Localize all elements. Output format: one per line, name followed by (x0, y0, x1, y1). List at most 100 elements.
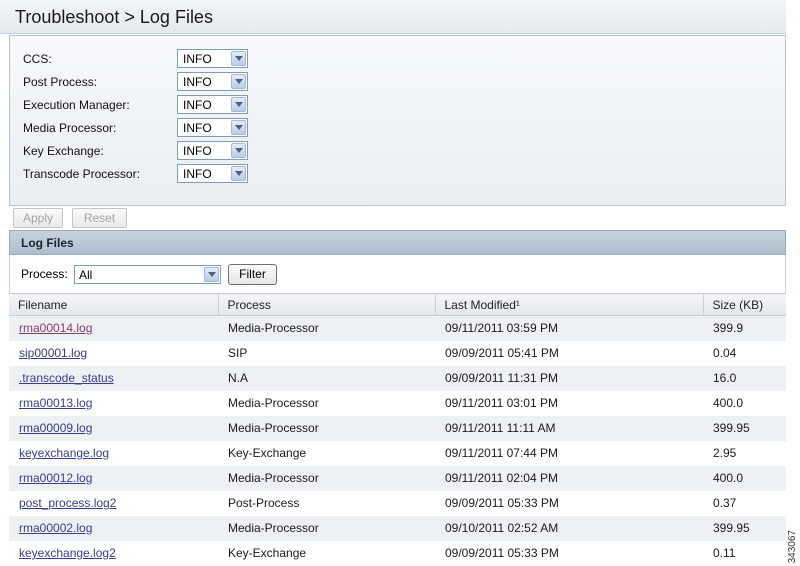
process-filter-bar: Process: All Filter (9, 255, 786, 293)
setting-label-ccs: CCS: (23, 52, 52, 66)
filename-cell: keyexchange.log2 (9, 540, 218, 566)
table-row: post_process.log2 Post-Process 09/09/201… (9, 490, 786, 516)
filename-link[interactable]: rma00013.log (19, 396, 92, 410)
log-files-heading: Log Files (21, 236, 74, 250)
key-exchange-level-value: INFO (183, 144, 212, 158)
filename-link[interactable]: rma00012.log (19, 471, 92, 485)
process-cell: Media-Processor (218, 390, 435, 416)
size-cell: 399.95 (703, 415, 786, 441)
key-exchange-level-select[interactable]: INFO (177, 141, 248, 160)
filename-cell: rma00013.log (9, 390, 218, 416)
size-cell: 0.11 (703, 540, 786, 566)
last-modified-cell: 09/10/2011 02:52 AM (435, 515, 703, 541)
log-files-table: Filename Process Last Modified¹ Size (KB… (9, 293, 786, 566)
table-row: rma00013.log Media-Processor 09/11/2011 … (9, 390, 786, 416)
setting-label-transcode-processor: Transcode Processor: (23, 167, 140, 181)
size-cell: 399.95 (703, 515, 786, 541)
chevron-down-icon[interactable] (204, 267, 219, 282)
last-modified-cell: 09/09/2011 05:33 PM (435, 490, 703, 516)
size-cell: 0.04 (703, 340, 786, 366)
process-cell: Media-Processor (218, 465, 435, 491)
setting-label-post-process: Post Process: (23, 75, 98, 89)
filename-cell: rma00009.log (9, 415, 218, 441)
process-cell: N.A (218, 365, 435, 391)
log-level-settings-panel: CCS: INFO Post Process: INFO Execution M… (9, 35, 786, 206)
size-cell: 0.37 (703, 490, 786, 516)
chevron-down-icon[interactable] (231, 97, 246, 112)
figure-id-label: 343067 (787, 529, 798, 563)
setting-row-transcode-processor: Transcode Processor: INFO (10, 164, 310, 184)
reset-button[interactable]: Reset (72, 208, 127, 228)
filename-link[interactable]: .transcode_status (19, 371, 114, 385)
size-cell: 400.0 (703, 390, 786, 416)
size-cell: 400.0 (703, 465, 786, 491)
process-filter-select[interactable]: All (74, 265, 221, 284)
column-header-last-modified[interactable]: Last Modified¹ (435, 293, 704, 316)
ccs-level-select[interactable]: INFO (177, 49, 248, 68)
last-modified-cell: 09/09/2011 05:33 PM (435, 540, 703, 566)
column-header-filename[interactable]: Filename (9, 293, 219, 316)
chevron-down-icon[interactable] (231, 120, 246, 135)
process-filter-label: Process: (21, 267, 68, 281)
setting-row-key-exchange: Key Exchange: INFO (10, 141, 310, 161)
chevron-down-icon[interactable] (231, 143, 246, 158)
transcode-processor-level-select[interactable]: INFO (177, 164, 248, 183)
table-row: rma00002.log Media-Processor 09/10/2011 … (9, 515, 786, 541)
execution-manager-level-select[interactable]: INFO (177, 95, 248, 114)
last-modified-cell: 09/11/2011 11:11 AM (435, 415, 703, 441)
filename-cell: sip00001.log (9, 340, 218, 366)
process-cell: SIP (218, 340, 435, 366)
table-header-row: Filename Process Last Modified¹ Size (KB… (9, 293, 786, 316)
filename-cell: rma00014.log (9, 315, 218, 341)
size-cell: 399.9 (703, 315, 786, 341)
setting-label-key-exchange: Key Exchange: (23, 144, 104, 158)
log-files-table-container: Filename Process Last Modified¹ Size (KB… (9, 293, 786, 566)
transcode-processor-level-value: INFO (183, 167, 212, 181)
table-row: rma00012.log Media-Processor 09/11/2011 … (9, 465, 786, 491)
post-process-level-value: INFO (183, 75, 212, 89)
filename-link[interactable]: sip00001.log (19, 346, 87, 360)
last-modified-cell: 09/09/2011 05:41 PM (435, 340, 703, 366)
last-modified-cell: 09/11/2011 07:44 PM (435, 440, 703, 466)
log-files-section-header: Log Files (9, 230, 786, 255)
setting-row-media-processor: Media Processor: INFO (10, 118, 310, 138)
column-header-size[interactable]: Size (KB) (703, 293, 786, 316)
size-cell: 16.0 (703, 365, 786, 391)
filename-link[interactable]: rma00002.log (19, 521, 92, 535)
chevron-down-icon[interactable] (231, 74, 246, 89)
filename-link[interactable]: rma00009.log (19, 421, 92, 435)
filename-cell: rma00002.log (9, 515, 218, 541)
table-row: keyexchange.log2 Key-Exchange 09/09/2011… (9, 540, 786, 566)
process-filter-value: All (79, 268, 93, 282)
filter-button[interactable]: Filter (228, 264, 277, 285)
setting-row-execution-manager: Execution Manager: INFO (10, 95, 310, 115)
table-row: rma00014.log Media-Processor 09/11/2011 … (9, 315, 786, 341)
last-modified-cell: 09/11/2011 02:04 PM (435, 465, 703, 491)
table-row: sip00001.log SIP 09/09/2011 05:41 PM 0.0… (9, 340, 786, 366)
title-bar: Troubleshoot > Log Files (0, 0, 786, 34)
filename-cell: post_process.log2 (9, 490, 218, 516)
setting-label-media-processor: Media Processor: (23, 121, 117, 135)
process-cell: Media-Processor (218, 315, 435, 341)
page-title: Troubleshoot > Log Files (15, 7, 213, 27)
filename-cell: rma00012.log (9, 465, 218, 491)
table-row: .transcode_status N.A 09/09/2011 11:31 P… (9, 365, 786, 391)
column-header-process[interactable]: Process (218, 293, 436, 316)
post-process-level-select[interactable]: INFO (177, 72, 248, 91)
last-modified-cell: 09/09/2011 11:31 PM (435, 365, 703, 391)
filename-cell: keyexchange.log (9, 440, 218, 466)
media-processor-level-value: INFO (183, 121, 212, 135)
filename-link[interactable]: keyexchange.log2 (19, 546, 116, 560)
chevron-down-icon[interactable] (231, 166, 246, 181)
process-cell: Media-Processor (218, 415, 435, 441)
table-row: rma00009.log Media-Processor 09/11/2011 … (9, 415, 786, 441)
size-cell: 2.95 (703, 440, 786, 466)
filename-link[interactable]: keyexchange.log (19, 446, 109, 460)
filename-link[interactable]: rma00014.log (19, 321, 92, 335)
apply-button[interactable]: Apply (13, 208, 63, 228)
setting-row-ccs: CCS: INFO (10, 49, 310, 69)
process-cell: Media-Processor (218, 515, 435, 541)
chevron-down-icon[interactable] (231, 51, 246, 66)
media-processor-level-select[interactable]: INFO (177, 118, 248, 137)
filename-link[interactable]: post_process.log2 (19, 496, 116, 510)
